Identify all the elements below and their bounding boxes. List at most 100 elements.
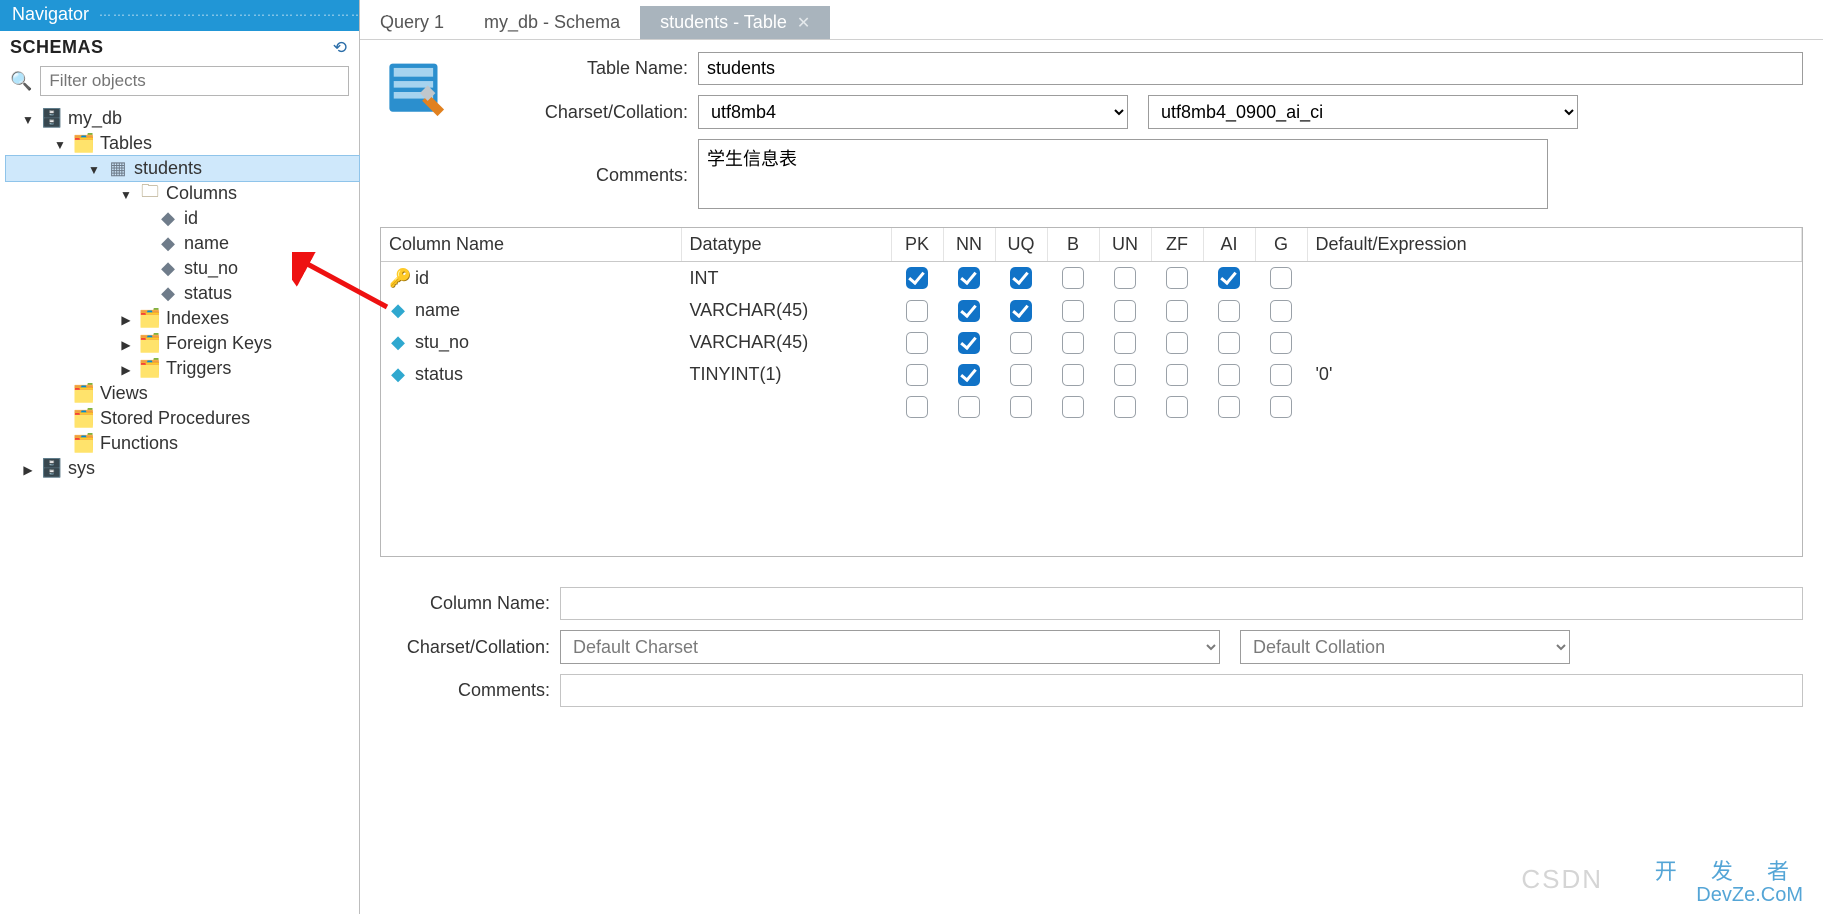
checkbox-nn[interactable] xyxy=(958,364,980,386)
tree-columns[interactable]: 🗀 Columns xyxy=(6,181,359,206)
column-row[interactable]: ◆statusTINYINT(1) '0' xyxy=(381,359,1802,391)
expand-icon[interactable] xyxy=(118,311,134,327)
checkbox-g[interactable] xyxy=(1270,396,1292,418)
checkbox-g[interactable] xyxy=(1270,332,1292,354)
hdr-pk[interactable]: PK xyxy=(891,228,943,262)
col-collation-select[interactable]: Default Collation xyxy=(1240,630,1570,664)
checkbox-zf[interactable] xyxy=(1166,267,1188,289)
column-row[interactable]: ◆nameVARCHAR(45) xyxy=(381,294,1802,326)
checkbox-un[interactable] xyxy=(1114,396,1136,418)
checkbox-g[interactable] xyxy=(1270,267,1292,289)
cell-column-name[interactable]: ◆stu_no xyxy=(381,327,681,359)
collation-select[interactable]: utf8mb4_0900_ai_ci xyxy=(1148,95,1578,129)
checkbox-ai[interactable] xyxy=(1218,364,1240,386)
checkbox-uq[interactable] xyxy=(1010,364,1032,386)
tree-indexes[interactable]: 🗂️ Indexes xyxy=(6,306,359,331)
comments-input[interactable]: 学生信息表 xyxy=(698,139,1548,209)
cell-datatype[interactable]: INT xyxy=(681,262,891,295)
checkbox-uq[interactable] xyxy=(1010,267,1032,289)
checkbox-nn[interactable] xyxy=(958,300,980,322)
cell-default[interactable]: '0' xyxy=(1307,359,1802,391)
hdr-b[interactable]: B xyxy=(1047,228,1099,262)
checkbox-b[interactable] xyxy=(1062,267,1084,289)
refresh-icon[interactable]: ⟲ xyxy=(333,38,347,58)
col-charset-select[interactable]: Default Charset xyxy=(560,630,1220,664)
hdr-zf[interactable]: ZF xyxy=(1151,228,1203,262)
expand-icon[interactable] xyxy=(118,336,134,352)
tree-col-stu-no[interactable]: ◆ stu_no xyxy=(6,256,359,281)
close-icon[interactable]: ✕ xyxy=(797,13,810,33)
hdr-column-name[interactable]: Column Name xyxy=(381,228,681,262)
cell-column-name[interactable]: 🔑id xyxy=(381,262,681,295)
columns-grid[interactable]: Column Name Datatype PK NN UQ B UN ZF AI… xyxy=(380,227,1803,557)
cell-column-name[interactable]: ◆name xyxy=(381,294,681,326)
cell-datatype[interactable]: TINYINT(1) xyxy=(681,359,891,391)
expand-icon[interactable] xyxy=(118,361,134,377)
checkbox-b[interactable] xyxy=(1062,396,1084,418)
checkbox-nn[interactable] xyxy=(958,332,980,354)
checkbox-uq[interactable] xyxy=(1010,300,1032,322)
checkbox-ai[interactable] xyxy=(1218,332,1240,354)
hdr-datatype[interactable]: Datatype xyxy=(681,228,891,262)
checkbox-ai[interactable] xyxy=(1218,267,1240,289)
checkbox-un[interactable] xyxy=(1114,300,1136,322)
tree-functions[interactable]: 🗂️ Functions xyxy=(6,431,359,456)
hdr-un[interactable]: UN xyxy=(1099,228,1151,262)
checkbox-zf[interactable] xyxy=(1166,300,1188,322)
checkbox-b[interactable] xyxy=(1062,332,1084,354)
hdr-ai[interactable]: AI xyxy=(1203,228,1255,262)
tree-db-sys[interactable]: 🗄️ sys xyxy=(6,456,359,481)
column-row[interactable]: 🔑idINT xyxy=(381,262,1802,295)
checkbox-pk[interactable] xyxy=(906,267,928,289)
tree-views[interactable]: 🗂️ Views xyxy=(6,381,359,406)
tree-table-students[interactable]: ▦ students xyxy=(6,156,359,181)
checkbox-uq[interactable] xyxy=(1010,332,1032,354)
cell-datatype[interactable]: VARCHAR(45) xyxy=(681,327,891,359)
tree-db-mydb[interactable]: 🗄️ my_db xyxy=(6,106,359,131)
expand-icon[interactable] xyxy=(86,161,102,177)
tab-schema[interactable]: my_db - Schema xyxy=(464,6,640,39)
tree-tables[interactable]: 🗂️ Tables xyxy=(6,131,359,156)
tree-stored-procedures[interactable]: 🗂️ Stored Procedures xyxy=(6,406,359,431)
tree-col-name[interactable]: ◆ name xyxy=(6,231,359,256)
expand-icon[interactable] xyxy=(118,186,134,202)
cell-column-name[interactable]: ◆status xyxy=(381,359,681,391)
checkbox-zf[interactable] xyxy=(1166,364,1188,386)
checkbox-nn[interactable] xyxy=(958,396,980,418)
tree-foreign-keys[interactable]: 🗂️ Foreign Keys xyxy=(6,331,359,356)
filter-input[interactable] xyxy=(40,66,349,96)
checkbox-b[interactable] xyxy=(1062,364,1084,386)
checkbox-nn[interactable] xyxy=(958,267,980,289)
cell-default[interactable] xyxy=(1307,262,1802,295)
tree-col-status[interactable]: ◆ status xyxy=(6,281,359,306)
checkbox-un[interactable] xyxy=(1114,332,1136,354)
column-row[interactable]: ◆stu_noVARCHAR(45) xyxy=(381,327,1802,359)
checkbox-zf[interactable] xyxy=(1166,332,1188,354)
expand-icon[interactable] xyxy=(20,111,36,127)
tab-students-table[interactable]: students - Table ✕ xyxy=(640,6,830,39)
checkbox-pk[interactable] xyxy=(906,332,928,354)
column-row-empty[interactable] xyxy=(381,391,1802,423)
table-name-input[interactable] xyxy=(698,52,1803,85)
column-name-input[interactable] xyxy=(560,587,1803,620)
cell-default[interactable] xyxy=(1307,327,1802,359)
checkbox-pk[interactable] xyxy=(906,364,928,386)
checkbox-un[interactable] xyxy=(1114,364,1136,386)
checkbox-pk[interactable] xyxy=(906,300,928,322)
hdr-g[interactable]: G xyxy=(1255,228,1307,262)
checkbox-ai[interactable] xyxy=(1218,396,1240,418)
cell-default[interactable] xyxy=(1307,294,1802,326)
hdr-uq[interactable]: UQ xyxy=(995,228,1047,262)
expand-icon[interactable] xyxy=(20,461,36,477)
checkbox-zf[interactable] xyxy=(1166,396,1188,418)
checkbox-g[interactable] xyxy=(1270,364,1292,386)
checkbox-g[interactable] xyxy=(1270,300,1292,322)
hdr-default[interactable]: Default/Expression xyxy=(1307,228,1802,262)
hdr-nn[interactable]: NN xyxy=(943,228,995,262)
checkbox-pk[interactable] xyxy=(906,396,928,418)
charset-select[interactable]: utf8mb4 xyxy=(698,95,1128,129)
expand-icon[interactable] xyxy=(52,136,68,152)
tree-col-id[interactable]: ◆ id xyxy=(6,206,359,231)
checkbox-un[interactable] xyxy=(1114,267,1136,289)
tree-triggers[interactable]: 🗂️ Triggers xyxy=(6,356,359,381)
